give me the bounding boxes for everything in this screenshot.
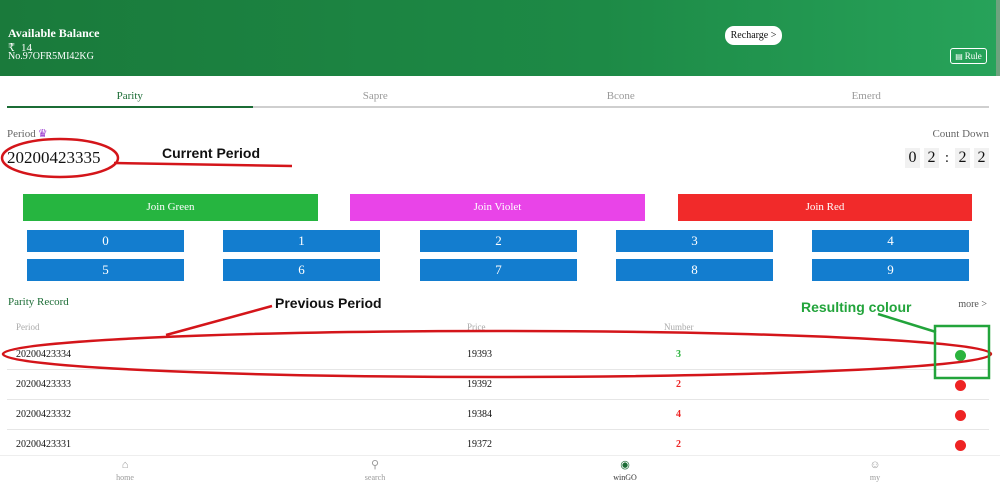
current-period-underline [113, 161, 293, 168]
countdown-digit: 2 [974, 148, 989, 168]
column-header-period: Period [16, 322, 40, 332]
wingo-icon: ◉ [620, 459, 630, 471]
row-period: 20200423333 [16, 379, 71, 390]
current-period-value: 20200423335 [7, 148, 101, 167]
row-price: 19384 [467, 409, 492, 420]
number-button-2[interactable]: 2 [420, 230, 577, 252]
row-price: 19393 [467, 349, 492, 360]
row-number: 2 [676, 439, 681, 450]
row-period: 20200423331 [16, 439, 71, 450]
tab-bcone[interactable]: Bcone [498, 84, 744, 106]
nav-my-label: my [869, 473, 881, 482]
countdown-digit: 2 [924, 148, 939, 168]
countdown-separator: : [944, 150, 950, 166]
join-red-button[interactable]: Join Red [678, 194, 972, 221]
bottom-nav: ⌂ home ⚲ search ◉ winGO ☺ my [0, 455, 1000, 484]
user-icon: ☺ [869, 459, 881, 471]
countdown-digit: 0 [905, 148, 920, 168]
available-balance-label: Available Balance [8, 26, 100, 40]
countdown-digit: 2 [955, 148, 970, 168]
column-header-number: Number [664, 322, 694, 332]
nav-wingo[interactable]: ◉ winGO [500, 456, 750, 484]
table-row: 20200423332 19384 4 [7, 400, 989, 430]
crown-icon: ♛ [37, 128, 48, 140]
number-button-1[interactable]: 1 [223, 230, 380, 252]
number-button-5[interactable]: 5 [27, 259, 184, 281]
join-violet-button[interactable]: Join Violet [350, 194, 645, 221]
recharge-button[interactable]: Recharge > [725, 26, 782, 45]
nav-wingo-label: winGO [613, 473, 637, 482]
more-link[interactable]: more > [958, 299, 987, 310]
nav-search[interactable]: ⚲ search [250, 456, 500, 484]
row-period: 20200423334 [16, 349, 71, 360]
result-color-dot [955, 380, 966, 391]
rule-button[interactable]: ▤ Rule [950, 48, 987, 64]
nav-home-label: home [116, 473, 134, 482]
row-number: 4 [676, 409, 681, 420]
previous-period-annotation: Previous Period [275, 295, 382, 311]
countdown-timer: 0 2 : 2 2 [905, 148, 989, 168]
rule-book-icon: ▤ [955, 52, 963, 61]
row-price: 19372 [467, 439, 492, 450]
nav-home[interactable]: ⌂ home [0, 456, 250, 484]
current-period-annotation: Current Period [162, 145, 261, 161]
number-button-6[interactable]: 6 [223, 259, 380, 281]
balance-header: Available Balance ₹14 No.97OFR5MI42KG Re… [0, 0, 1000, 76]
result-color-dot [955, 440, 966, 451]
period-label-text: Period [7, 128, 36, 140]
table-row: 20200423333 19392 2 [7, 370, 989, 400]
nav-search-label: search [364, 473, 386, 482]
countdown-label: Count Down [932, 128, 989, 140]
number-button-4[interactable]: 4 [812, 230, 969, 252]
home-icon: ⌂ [121, 459, 129, 471]
search-icon: ⚲ [370, 459, 380, 471]
rule-label: Rule [964, 51, 982, 61]
result-color-dot [955, 350, 966, 361]
parity-record-title: Parity Record [8, 296, 69, 308]
result-color-dot [955, 410, 966, 421]
table-row: 20200423334 19393 3 [7, 340, 989, 370]
tab-emerd[interactable]: Emerd [744, 84, 990, 106]
number-button-0[interactable]: 0 [27, 230, 184, 252]
tab-parity[interactable]: Parity [7, 84, 253, 108]
account-number: No.97OFR5MI42KG [8, 51, 94, 62]
nav-my[interactable]: ☺ my [750, 456, 1000, 484]
number-button-7[interactable]: 7 [420, 259, 577, 281]
join-green-button[interactable]: Join Green [23, 194, 318, 221]
row-number: 3 [676, 349, 681, 360]
row-number: 2 [676, 379, 681, 390]
game-tabs: Parity Sapre Bcone Emerd [7, 84, 989, 108]
number-button-3[interactable]: 3 [616, 230, 773, 252]
resulting-colour-annotation: Resulting colour [801, 299, 912, 315]
column-header-price: Price [467, 322, 486, 332]
result-colour-pointer [877, 312, 937, 334]
header-scroll-edge [996, 0, 1000, 76]
period-label: Period ♛ [7, 127, 48, 140]
number-button-8[interactable]: 8 [616, 259, 773, 281]
previous-period-pointer [165, 304, 273, 337]
tab-sapre[interactable]: Sapre [253, 84, 499, 106]
row-period: 20200423332 [16, 409, 71, 420]
row-price: 19392 [467, 379, 492, 390]
number-button-9[interactable]: 9 [812, 259, 969, 281]
